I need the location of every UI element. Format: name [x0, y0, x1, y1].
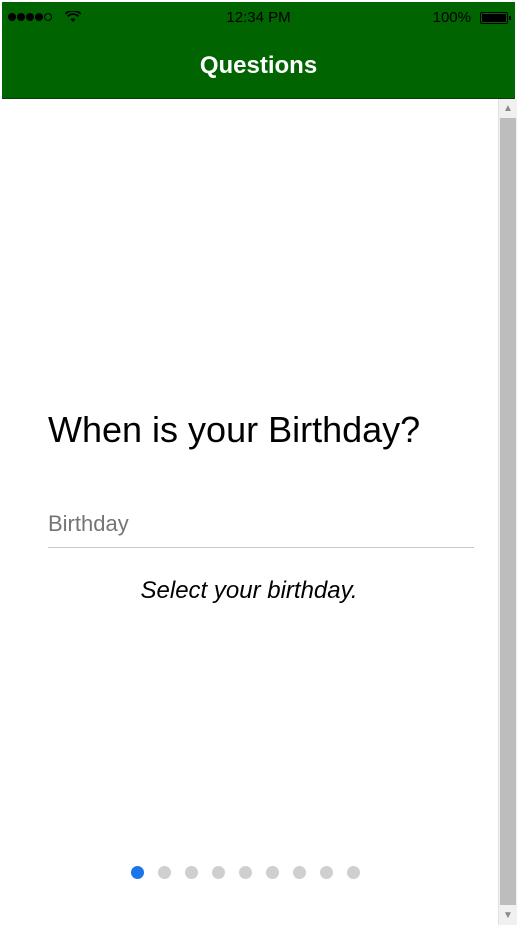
chevron-down-icon[interactable]: ▼: [499, 907, 517, 924]
app-header: 12:34 PM 100% Questions: [2, 2, 515, 99]
page-title: Questions: [199, 52, 318, 79]
page-dot-1[interactable]: [131, 866, 144, 879]
page-dot-5[interactable]: [239, 866, 252, 879]
page-dot-6[interactable]: [266, 866, 279, 879]
scroll-thumb[interactable]: [500, 118, 516, 905]
page-dot-8[interactable]: [320, 866, 333, 879]
page-dot-3[interactable]: [185, 866, 198, 879]
page-dot-4[interactable]: [212, 866, 225, 879]
question-title: When is your Birthday?: [48, 409, 421, 450]
app-screen: 12:34 PM 100% Questions When is your Bir…: [0, 0, 517, 925]
vertical-scrollbar[interactable]: ▲ ▼: [498, 99, 517, 925]
birthday-field[interactable]: [48, 500, 474, 548]
chevron-up-icon[interactable]: ▲: [499, 100, 517, 117]
question-page: When is your Birthday? Select your birth…: [0, 99, 498, 925]
page-dot-9[interactable]: [347, 866, 360, 879]
page-dot-7[interactable]: [293, 866, 306, 879]
battery-icon: [480, 12, 511, 24]
battery-percent: 100%: [432, 9, 471, 26]
helper-text: Select your birthday.: [140, 577, 358, 604]
page-dot-2[interactable]: [158, 866, 171, 879]
status-bar: 12:34 PM 100%: [2, 2, 515, 34]
page-indicator: [131, 866, 374, 879]
